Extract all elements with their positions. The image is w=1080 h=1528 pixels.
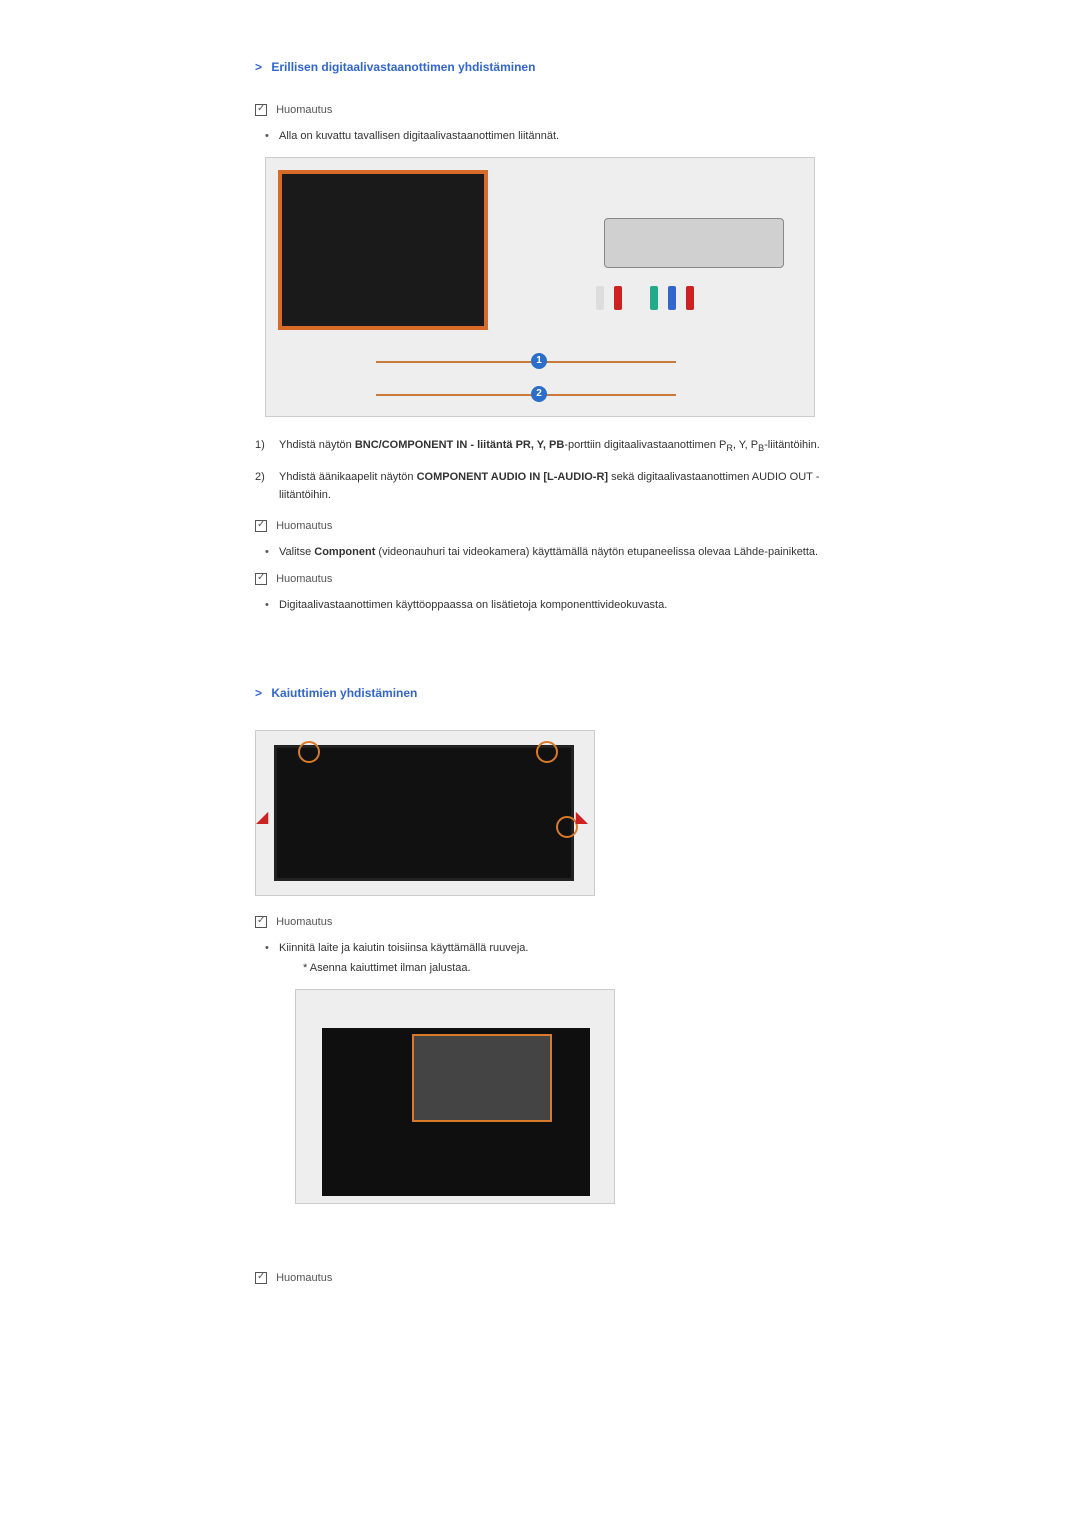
- cable-line: [376, 394, 676, 396]
- list-item: Valitse Component (videonauhuri tai vide…: [263, 544, 825, 561]
- section-title: Erillisen digitaalivastaanottimen yhdist…: [271, 60, 535, 74]
- callout-circle-2: 2: [531, 386, 547, 402]
- jack-green: [650, 286, 658, 310]
- note-label-text: Huomautus: [276, 104, 332, 116]
- numbered-steps: 1) Yhdistä näytön BNC/COMPONENT IN - lii…: [255, 437, 825, 505]
- rear-panel-highlight: [412, 1034, 552, 1122]
- bullet-list: Valitse Component (videonauhuri tai vide…: [263, 544, 825, 561]
- text-bold: BNC/COMPONENT IN - liitäntä PR, Y, PB: [355, 439, 564, 451]
- note-block: Huomautus: [255, 916, 825, 928]
- note-label-text: Huomautus: [276, 1272, 332, 1284]
- t: R: [523, 439, 531, 451]
- t: BNC/COMPONENT IN - liitäntä P: [355, 439, 523, 451]
- bullet-list: Digitaalivastaanottimen käyttöoppaassa o…: [263, 597, 825, 614]
- jack-blue: [668, 286, 676, 310]
- diagram-receiver-connection: 1 2: [265, 157, 815, 417]
- text-run: Yhdistä äänikaapelit näytön: [279, 471, 417, 483]
- text-run: , Y, P: [733, 439, 758, 451]
- checkbox-icon: [255, 916, 267, 928]
- text-run: Yhdistä näytön: [279, 439, 355, 451]
- screw-circle-icon: [536, 741, 558, 763]
- cable-line: [376, 361, 676, 363]
- jack-red: [686, 286, 694, 310]
- checkbox-icon: [255, 1272, 267, 1284]
- text-bold: Component: [314, 546, 375, 558]
- bullet-text: Digitaalivastaanottimen käyttöoppaassa o…: [279, 599, 667, 611]
- screw-circle-icon: [556, 816, 578, 838]
- screw-circle-icon: [298, 741, 320, 763]
- text-run: -porttiin digitaalivastaanottimen P: [564, 439, 726, 451]
- section-heading-speakers: > Kaiuttimien yhdistäminen: [255, 686, 825, 700]
- checkbox-icon: [255, 104, 267, 116]
- list-item: Kiinnitä laite ja kaiutin toisiinsa käyt…: [263, 940, 825, 977]
- diagram-speaker-rear: [295, 989, 615, 1204]
- monitor-rear-graphic: [322, 1028, 590, 1196]
- note-block: Huomautus: [255, 1272, 825, 1284]
- note-label-text: Huomautus: [276, 573, 332, 585]
- text-run: (videonauhuri tai videokamera) käyttämäl…: [375, 546, 818, 558]
- monitor-graphic: [278, 170, 488, 330]
- note-block: Huomautus: [255, 573, 825, 585]
- checkbox-icon: [255, 573, 267, 585]
- note-block: Huomautus: [255, 104, 825, 116]
- note-block: Huomautus: [255, 520, 825, 532]
- bullet-text: Alla on kuvattu tavallisen digitaalivast…: [279, 130, 559, 142]
- text-run: -liitäntöihin.: [764, 439, 820, 451]
- step-text: Yhdistä näytön BNC/COMPONENT IN - liitän…: [279, 437, 825, 456]
- note-label-text: Huomautus: [276, 520, 332, 532]
- step-item: 1) Yhdistä näytön BNC/COMPONENT IN - lii…: [255, 437, 825, 456]
- callout-circle-1: 1: [531, 353, 547, 369]
- step-number: 1): [255, 437, 279, 456]
- step-number: 2): [255, 469, 279, 504]
- arrow-right-icon: ◣: [576, 807, 588, 827]
- note-label-text: Huomautus: [276, 916, 332, 928]
- t: , Y, P: [531, 439, 556, 451]
- arrow-left-icon: ◢: [256, 807, 268, 827]
- monitor-graphic: [274, 745, 574, 881]
- receiver-graphic: [604, 218, 784, 268]
- bullet-list: Kiinnitä laite ja kaiutin toisiinsa käyt…: [263, 940, 825, 977]
- step-item: 2) Yhdistä äänikaapelit näytön COMPONENT…: [255, 469, 825, 504]
- bullet-list: Alla on kuvattu tavallisen digitaalivast…: [263, 128, 825, 145]
- sub-note: * Asenna kaiuttimet ilman jalustaa.: [303, 960, 825, 977]
- jack-white: [596, 286, 604, 310]
- diagram-speaker-front: ◢ ◣: [255, 730, 595, 896]
- step-text: Yhdistä äänikaapelit näytön COMPONENT AU…: [279, 469, 825, 504]
- section-heading-digital-receiver: > Erillisen digitaalivastaanottimen yhdi…: [255, 60, 825, 74]
- list-item: Digitaalivastaanottimen käyttöoppaassa o…: [263, 597, 825, 614]
- text-bold: COMPONENT AUDIO IN [L-AUDIO-R]: [417, 471, 608, 483]
- text-run: Valitse: [279, 546, 314, 558]
- jack-red: [614, 286, 622, 310]
- bullet-text: Kiinnitä laite ja kaiutin toisiinsa käyt…: [279, 942, 528, 954]
- chevron-right-icon: >: [255, 60, 262, 74]
- checkbox-icon: [255, 520, 267, 532]
- list-item: Alla on kuvattu tavallisen digitaalivast…: [263, 128, 825, 145]
- section-title: Kaiuttimien yhdistäminen: [271, 686, 417, 700]
- chevron-right-icon: >: [255, 686, 262, 700]
